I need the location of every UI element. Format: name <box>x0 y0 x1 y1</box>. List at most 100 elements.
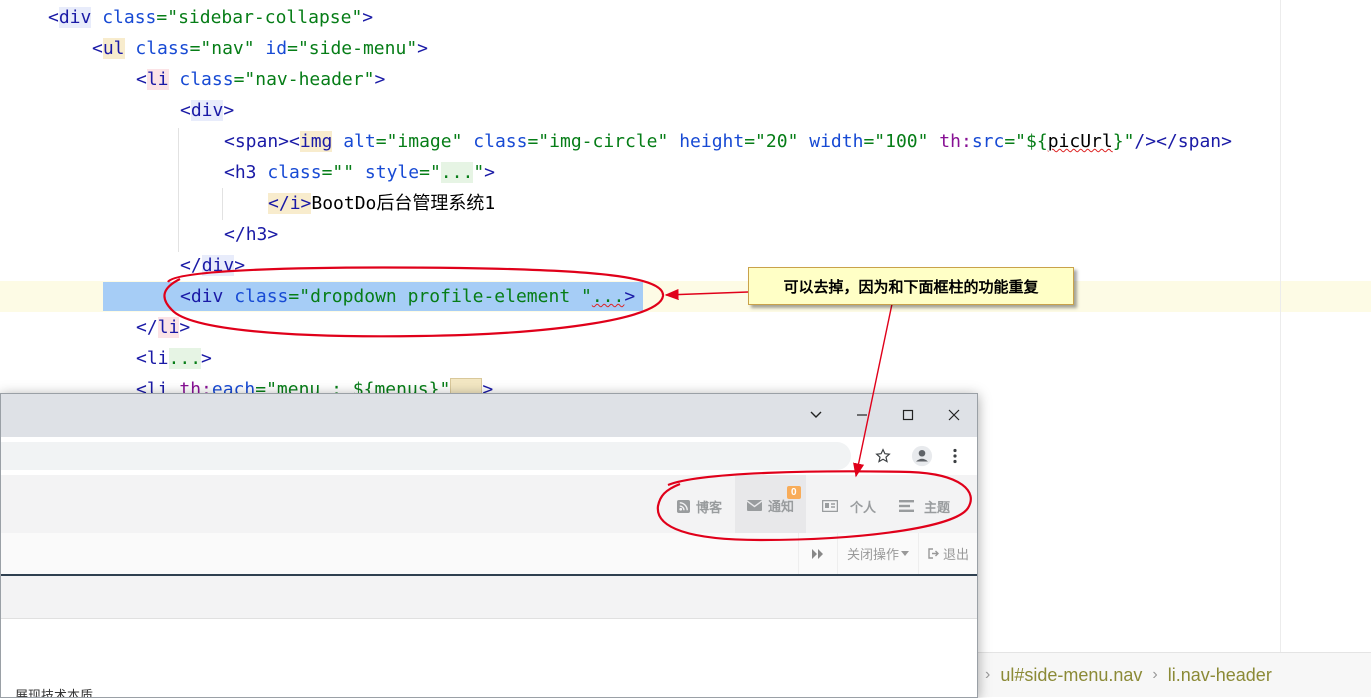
profile-icon <box>911 445 933 467</box>
nav-item-profile[interactable]: 个人 <box>822 495 876 517</box>
breadcrumb-separator: › <box>1152 666 1158 683</box>
code-token: > <box>201 348 212 369</box>
more-icon <box>953 448 957 464</box>
browser-window: 博客 通知 0 个人 主题 关闭操作 退出 展现技术本质 <box>0 393 978 698</box>
code-token: > <box>223 100 235 121</box>
code-token: /></span> <box>1134 131 1232 152</box>
page-body: 展现技术本质 <box>1 619 977 697</box>
logout-label: 退出 <box>942 547 969 562</box>
caret-down-icon <box>901 551 909 556</box>
code-token: ... <box>591 286 625 307</box>
close-operations-label: 关闭操作 <box>846 547 899 562</box>
double-chevron-right-icon <box>812 548 823 559</box>
code-line: <div class="dropdown profile-element "..… <box>180 284 635 310</box>
code-token: ="side-menu" <box>287 38 418 59</box>
star-icon <box>875 448 891 463</box>
code-token: <span>< <box>224 131 300 152</box>
minimize-button[interactable] <box>849 402 875 428</box>
code-line: <span><img alt="image" class="img-circle… <box>224 129 1232 155</box>
code-token: > <box>179 317 191 338</box>
close-operations-dropdown[interactable]: 关闭操作 <box>837 533 918 574</box>
code-token: class <box>223 286 289 307</box>
code-token: > <box>374 69 386 90</box>
code-token: > <box>417 38 428 59</box>
code-token: </ <box>224 224 246 245</box>
code-token: < <box>180 286 191 307</box>
browser-toolbar <box>1 437 977 475</box>
code-token: < <box>136 348 147 369</box>
code-token: ="nav-header" <box>233 69 375 90</box>
code-token: class <box>91 7 157 28</box>
code-token: ... <box>168 348 202 369</box>
close-icon <box>948 409 960 421</box>
breadcrumb-item-ul[interactable]: ul#side-menu.nav <box>1000 665 1142 686</box>
breadcrumb-separator: › <box>985 666 991 683</box>
code-token: li <box>157 317 180 338</box>
code-token: li <box>146 69 169 90</box>
nav-item-blog[interactable]: 博客 <box>677 495 722 517</box>
browser-titlebar <box>1 394 977 437</box>
code-token: < <box>92 38 103 59</box>
app-top-navbar: 博客 通知 0 个人 主题 <box>1 475 977 535</box>
indent-guide <box>178 128 179 252</box>
code-token: height <box>668 131 745 152</box>
code-token: < <box>180 100 191 121</box>
code-token: BootDo后台管理系统1 <box>311 193 496 214</box>
tab-search-button[interactable] <box>803 402 829 428</box>
bookmark-button[interactable] <box>869 442 897 470</box>
code-line: <li class="nav-header"> <box>136 67 385 93</box>
right-margin-guide <box>1280 0 1281 652</box>
code-token: ... <box>440 162 474 183</box>
close-button[interactable] <box>941 402 967 428</box>
maximize-icon <box>902 409 914 421</box>
profile-button[interactable] <box>908 442 936 470</box>
editor-breadcrumb: › ul#side-menu.nav › li.nav-header <box>975 652 1371 697</box>
code-token: width <box>798 131 864 152</box>
code-token: =" <box>419 162 441 183</box>
minimize-icon <box>857 414 867 416</box>
code-token: i <box>289 193 301 214</box>
code-token: div <box>201 255 235 276</box>
code-token: " <box>473 162 485 183</box>
code-token: class <box>168 69 234 90</box>
code-token: }" <box>1112 131 1135 152</box>
code-token: div <box>190 100 224 121</box>
nav-item-theme[interactable]: 主题 <box>899 495 950 517</box>
tab-scroll-right-button[interactable] <box>798 533 837 574</box>
sign-out-icon <box>928 548 939 559</box>
code-line: </li> <box>136 315 190 341</box>
code-token: > <box>267 224 279 245</box>
id-card-icon <box>822 500 838 512</box>
code-token: > <box>234 255 246 276</box>
code-token: ="100" <box>863 131 929 152</box>
code-token: ="${ <box>1004 131 1048 152</box>
code-token: class <box>462 131 528 152</box>
code-token: ul <box>102 38 125 59</box>
logout-button[interactable]: 退出 <box>918 533 977 574</box>
annotation-callout: 可以去掉，因为和下面框柱的功能重复 <box>748 267 1074 305</box>
indent-guide <box>222 188 223 220</box>
address-bar[interactable] <box>1 442 851 470</box>
code-token: id <box>254 38 288 59</box>
code-token: th: <box>928 131 972 152</box>
code-line: <li...> <box>136 346 212 372</box>
code-line: </i>BootDo后台管理系统1 <box>268 191 495 217</box>
code-token: style <box>354 162 420 183</box>
code-token: ="nav" <box>189 38 255 59</box>
content-tab-bar: 关闭操作 退出 <box>1 533 977 576</box>
breadcrumb-item-li[interactable]: li.nav-header <box>1168 665 1272 686</box>
content-header-strip <box>1 576 977 619</box>
code-token: class <box>124 38 190 59</box>
code-token: < <box>48 7 59 28</box>
nav-item-label: 主题 <box>924 499 951 515</box>
list-icon <box>899 500 914 512</box>
code-token: </ <box>268 193 290 214</box>
maximize-button[interactable] <box>895 402 921 428</box>
more-button[interactable] <box>941 442 969 470</box>
code-token: img <box>299 131 333 152</box>
code-line: <ul class="nav" id="side-menu"> <box>92 36 428 62</box>
code-token: src <box>971 131 1005 152</box>
nav-item-notifications[interactable]: 通知 0 <box>735 475 807 535</box>
code-token: picUrl <box>1047 131 1113 152</box>
rss-icon <box>677 499 690 513</box>
